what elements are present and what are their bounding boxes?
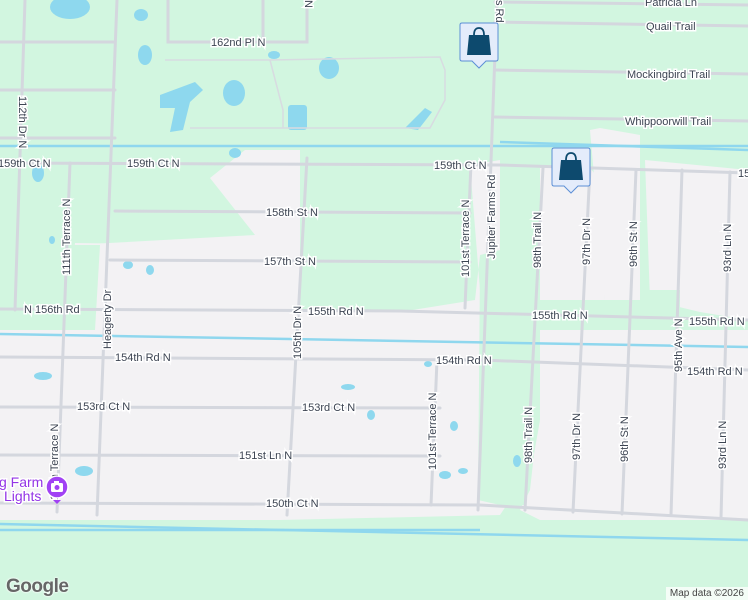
street-label: 111th Terrace N (61, 199, 73, 275)
map-attribution[interactable]: Map data ©2026 (665, 587, 748, 600)
poi-label[interactable]: Lights (3, 487, 43, 506)
street-label: 162nd Pl N (211, 37, 265, 49)
street-label: 150th Ct N (266, 498, 319, 510)
street-label: 159th Ct N (127, 158, 180, 170)
street-label: 154th Rd N (436, 355, 492, 367)
street-label: 15 (738, 168, 748, 180)
street-label: Mockingbird Trail (627, 69, 710, 81)
street-label: N 156th Rd (24, 304, 80, 316)
street-label: Jupiter Farms Rd (486, 175, 498, 259)
shopping-marker[interactable] (459, 22, 499, 69)
street-label: 101st Terrace N (460, 199, 472, 277)
street-label: 158th St N (266, 207, 318, 219)
street-label: 96th St N (619, 416, 631, 462)
street-label: 155th Rd N (532, 310, 588, 322)
street-label: 154th Rd N (687, 366, 743, 378)
street-label: 97th Dr N (581, 218, 593, 265)
street-label: 105th Dr N (292, 306, 304, 359)
street-label: s Rd (493, 0, 505, 23)
street-label: 95th Ave N (673, 318, 685, 372)
street-label: 151st Ln N (239, 450, 292, 462)
street-label: 159th Ct N (434, 160, 487, 172)
street-label: 96th St N (628, 221, 640, 267)
street-label: 153rd Ct N (302, 402, 355, 414)
street-label: 98th Trail N (532, 212, 544, 268)
street-label: 157th St N (264, 256, 316, 268)
street-label: 153rd Ct N (77, 401, 130, 413)
street-label: 93rd Ln N (722, 224, 734, 272)
street-label: 93rd Ln N (717, 421, 729, 469)
street-label: Patricia Ln (645, 0, 697, 9)
map-canvas[interactable]: Patricia Ln Quail Trail Mockingbird Trai… (0, 0, 748, 600)
street-label: 159th Ct N (0, 158, 51, 170)
street-label: 155th Rd N (689, 316, 745, 328)
shopping-marker[interactable] (551, 147, 591, 194)
street-label: Whippoorwill Trail (625, 116, 711, 128)
street-label: 154th Rd N (115, 352, 171, 364)
street-label: 112th Dr N (16, 96, 28, 148)
street-label: 98th Trail N (523, 407, 535, 463)
street-label: 155th Rd N (308, 306, 364, 318)
street-label: Quail Trail (646, 21, 696, 33)
street-label: 101st Terrace N (427, 392, 439, 470)
street-label: 97th Dr N (571, 413, 583, 460)
street-label: Heagerty Dr (102, 289, 114, 349)
google-logo: Google (6, 576, 69, 597)
street-label: N (302, 0, 314, 8)
